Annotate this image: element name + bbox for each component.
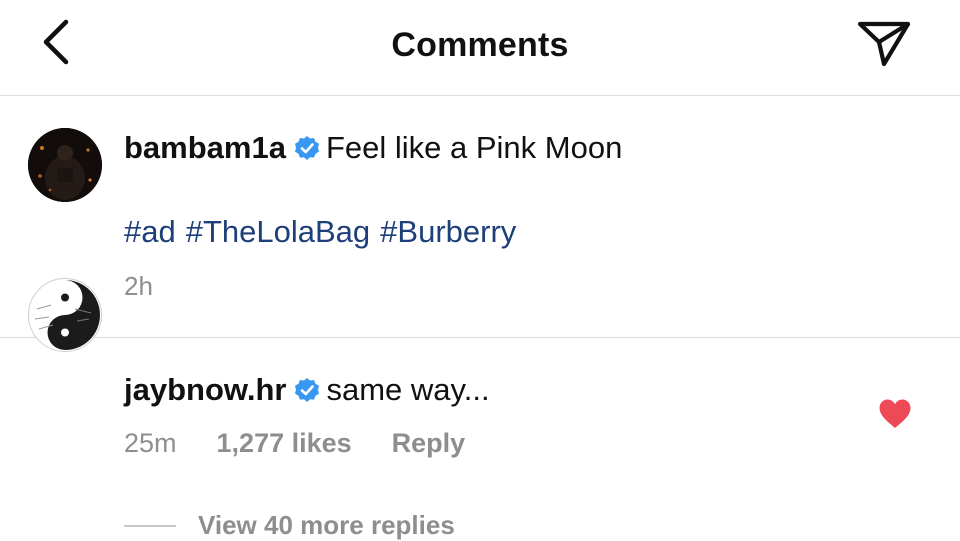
comment-timestamp: 25m <box>124 428 177 458</box>
caption-timestamp: 2h <box>124 271 153 301</box>
caption-line: bambam1a Feel like a Pink Moon <box>124 130 622 166</box>
username[interactable]: bambam1a <box>124 130 286 165</box>
verified-badge-icon <box>294 136 319 160</box>
hashtag-list: #ad #TheLolaBag #Burberry <box>124 214 526 250</box>
replies-divider <box>124 524 176 527</box>
verified-badge-icon <box>295 378 320 402</box>
hashtag-link[interactable]: #Burberry <box>380 214 516 249</box>
hashtag-link[interactable]: #ad <box>124 214 176 249</box>
paper-plane-icon <box>857 21 911 67</box>
likes-count[interactable]: 1,277 likes <box>217 428 352 458</box>
view-replies-button[interactable]: View 40 more replies <box>198 510 455 540</box>
avatar-photo-icon <box>28 128 102 202</box>
reply-button[interactable]: Reply <box>392 428 466 458</box>
page-title: Comments <box>391 26 569 64</box>
avatar[interactable] <box>28 278 102 352</box>
hashtag-link[interactable]: #TheLolaBag <box>186 214 370 249</box>
like-button[interactable] <box>878 398 912 430</box>
view-replies[interactable]: View 40 more replies <box>124 510 455 541</box>
comment-username[interactable]: jaybnow.hr <box>124 372 286 407</box>
comment-text: same way... <box>326 372 490 407</box>
yin-yang-avatar-icon <box>30 280 100 350</box>
post-caption: bambam1a Feel like a Pink Moon #ad #TheLo… <box>0 96 960 338</box>
caption-text: Feel like a Pink Moon <box>325 130 623 165</box>
header-bar: Comments <box>0 0 960 96</box>
comment-meta: 25m 1,277 likes Reply <box>124 428 505 459</box>
avatar[interactable] <box>28 128 102 202</box>
heart-icon <box>879 399 911 428</box>
share-button[interactable] <box>856 18 914 70</box>
comment-line: jaybnow.hr same way... <box>124 372 490 408</box>
